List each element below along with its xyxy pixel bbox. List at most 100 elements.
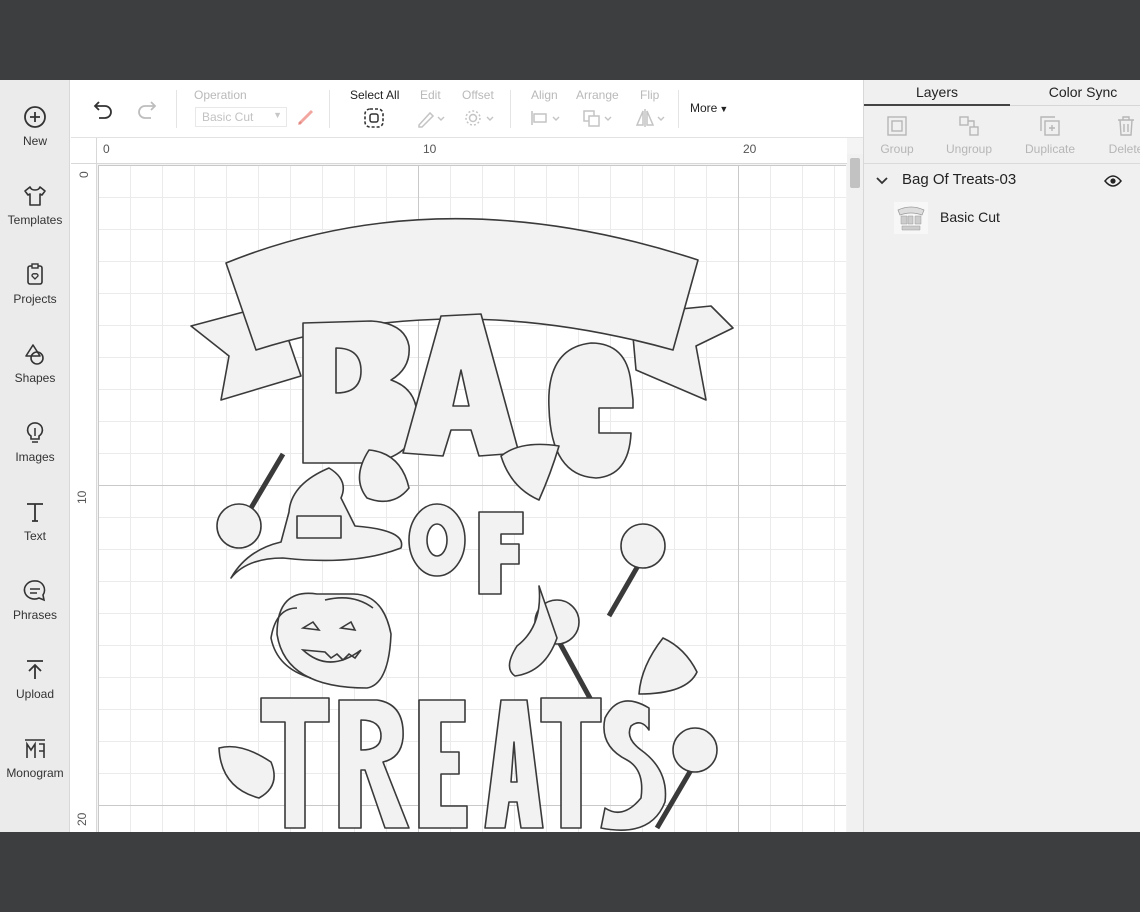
letter-f	[478, 511, 524, 595]
letter-s	[600, 700, 667, 831]
tool-label: Group	[880, 142, 914, 156]
toolbar-divider	[329, 90, 330, 128]
sidebar-item-projects[interactable]: Projects	[0, 248, 70, 318]
sidebar-item-label: Phrases	[12, 608, 58, 622]
sidebar-item-label: Shapes	[14, 371, 56, 385]
projects-icon	[27, 263, 43, 285]
candy-corn	[500, 443, 560, 501]
delete-button[interactable]: Delete	[1088, 108, 1140, 164]
shapes-icon	[25, 344, 44, 365]
letter-e	[418, 699, 468, 829]
layer-group-name: Bag Of Treats-03	[902, 171, 1017, 188]
sidebar-item-templates[interactable]: Templates	[0, 169, 70, 239]
sidebar-item-monogram[interactable]: Monogram	[0, 722, 70, 792]
tool-label: Delete	[1108, 142, 1140, 156]
layer-group-row[interactable]: Bag Of Treats-03	[864, 166, 1140, 196]
align-icon[interactable]	[529, 108, 563, 128]
duplicate-button[interactable]: Duplicate	[1012, 108, 1088, 164]
pen-color-icon[interactable]	[295, 106, 317, 128]
more-label: More	[690, 101, 718, 115]
sidebar-item-label: Text	[23, 529, 46, 543]
align-label: Align	[531, 88, 558, 102]
sidebar-item-label: Images	[15, 450, 55, 464]
sidebar-item-images[interactable]: Images	[0, 406, 70, 476]
candy-corn	[638, 637, 698, 695]
letter-g	[548, 342, 634, 479]
sidebar-item-label: Upload	[15, 687, 55, 701]
candy-corn	[508, 585, 558, 677]
edit-label: Edit	[420, 88, 441, 102]
tab-label: Layers	[915, 84, 959, 100]
group-button[interactable]: Group	[859, 108, 935, 164]
tab-label: Color Sync	[1048, 84, 1118, 100]
toolbar-divider	[510, 90, 511, 128]
flip-label: Flip	[640, 88, 660, 102]
upload-icon	[27, 660, 43, 679]
caret-down-icon: ▼	[719, 104, 729, 114]
operation-label: Operation	[194, 88, 247, 102]
sidebar-item-label: New	[22, 134, 47, 148]
select-all-label: Select All	[350, 88, 400, 102]
plus-circle-icon	[24, 106, 46, 128]
duplicate-icon	[1040, 116, 1060, 136]
vertical-scrollbar[interactable]	[847, 154, 863, 832]
arrange-icon[interactable]	[581, 108, 615, 128]
monogram-icon	[25, 739, 45, 758]
undo-icon[interactable]	[91, 100, 115, 120]
sidebar-item-label: Projects	[13, 292, 57, 306]
tool-label: Ungroup	[945, 142, 993, 156]
top-toolbar: Operation Basic Cut ▼ Select All Edit Of…	[71, 80, 863, 138]
sidebar-item-text[interactable]: Text	[0, 485, 70, 555]
chevron-down-icon: ▼	[273, 110, 282, 120]
sidebar-item-phrases[interactable]: Phrases	[0, 564, 70, 634]
toolbar-divider	[678, 90, 679, 128]
eye-icon[interactable]	[1104, 175, 1122, 187]
letter-a	[402, 313, 520, 457]
text-icon	[27, 503, 43, 522]
layer-item-row[interactable]: Basic Cut	[864, 198, 1140, 238]
tshirt-icon	[24, 186, 46, 206]
lollipop	[672, 727, 718, 773]
more-menu-button[interactable]: More ▼	[690, 101, 728, 115]
select-all-icon[interactable]	[363, 107, 385, 129]
canvas-area[interactable]: 0 10 20 0 10 20	[71, 138, 863, 832]
tool-label: Duplicate	[1024, 142, 1076, 156]
sidebar-item-upload[interactable]: Upload	[0, 643, 70, 713]
ungroup-icon	[959, 116, 979, 136]
sidebar-item-label: Templates	[7, 213, 63, 227]
sidebar-item-shapes[interactable]: Shapes	[0, 327, 70, 397]
ungroup-button[interactable]: Ungroup	[931, 108, 1007, 164]
letter-t2	[540, 697, 602, 829]
bag-of-treats-design[interactable]	[71, 138, 847, 832]
lollipop	[216, 503, 262, 549]
sidebar-item-new[interactable]: New	[0, 90, 70, 160]
flip-icon[interactable]	[634, 107, 668, 129]
lollipop	[620, 523, 666, 569]
group-icon	[887, 116, 907, 136]
redo-icon[interactable]	[135, 100, 159, 120]
sidebar-item-label: Monogram	[6, 766, 64, 780]
operation-value: Basic Cut	[202, 110, 254, 124]
toolbar-divider	[176, 90, 177, 128]
chevron-down-icon[interactable]	[876, 176, 888, 186]
design-space-app: New Templates Projects Shapes Images Tex…	[0, 80, 1140, 832]
edit-icon[interactable]	[416, 108, 446, 128]
tab-color-sync[interactable]: Color Sync	[1010, 80, 1140, 106]
letter-r	[338, 699, 410, 829]
letter-b	[302, 320, 418, 464]
offset-icon[interactable]	[463, 108, 497, 128]
candy-corn	[218, 745, 275, 799]
layer-item-name: Basic Cut	[940, 209, 1000, 225]
lightbulb-icon	[26, 422, 44, 443]
left-sidebar: New Templates Projects Shapes Images Tex…	[0, 80, 70, 832]
speech-bubble-icon	[23, 580, 46, 602]
offset-label: Offset	[462, 88, 494, 102]
layer-tools: Group Ungroup Duplicate Delete	[864, 108, 1140, 164]
tab-layers[interactable]: Layers	[864, 80, 1010, 106]
trash-icon	[1118, 116, 1134, 136]
layer-thumbnail	[894, 202, 928, 234]
candy-corn	[358, 449, 410, 503]
arrange-label: Arrange	[576, 88, 619, 102]
layers-panel: Layers Color Sync Group Ungroup Duplicat…	[863, 80, 1140, 832]
operation-select[interactable]: Basic Cut ▼	[195, 107, 287, 127]
